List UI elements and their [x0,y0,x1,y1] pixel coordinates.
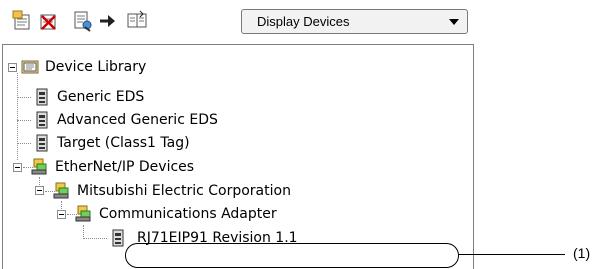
expand-toggle-device-library[interactable] [8,63,17,72]
tree-item-label: Generic EDS [57,89,145,105]
toolbar: Display Devices [0,0,475,44]
chevron-down-icon[interactable] [449,19,459,25]
tree-item-device-library[interactable]: Device Library [21,56,146,78]
network-devices-icon [31,158,47,175]
expand-toggle-comm-adapter[interactable] [57,210,66,219]
expand-toggle-vendor[interactable] [35,186,44,195]
eds-file-icon [112,229,124,247]
network-devices-icon [53,182,69,199]
tree-item-label: Target (Class1 Tag) [57,135,190,151]
tree-connector [83,225,84,239]
tree-item-comm-adapter[interactable]: Communications Adapter [75,203,277,225]
tree-connector [17,143,31,144]
device-library-tree[interactable]: Device Library Generic EDS Advanced Gene… [2,44,474,269]
tree-connector [17,73,18,160]
tree-connector [17,120,31,121]
tree-item-label: Device Library [45,59,147,75]
eds-file-icon [36,88,48,106]
network-devices-icon [75,205,91,222]
tree-connector [17,97,31,98]
callout-label: (1) [573,245,591,261]
tree-item-label: Mitsubishi Electric Corporation [77,183,291,199]
delete-eds-icon[interactable] [38,10,60,32]
eds-file-icon [36,134,48,152]
tree-item-label: Advanced Generic EDS [57,112,218,128]
expand-toggle-ethernet-ip-devices[interactable] [13,163,22,172]
eds-file-icon [36,111,48,129]
tree-item-ethernet-ip-devices[interactable]: EtherNet/IP Devices [31,156,194,178]
export-eds-icon[interactable] [72,10,94,32]
forward-arrow-icon[interactable] [97,10,119,32]
tree-item-generic-eds[interactable]: Generic EDS [33,86,144,108]
add-eds-icon[interactable] [12,10,34,32]
callout-leader-line [458,254,565,255]
display-settings-icon[interactable] [126,10,148,32]
tree-item-label: EtherNet/IP Devices [55,159,195,175]
tree-item-vendor[interactable]: Mitsubishi Electric Corporation [53,180,291,202]
tree-item-label: Communications Adapter [99,206,277,222]
callout-outline [125,243,459,268]
tree-connector [83,238,107,239]
tree-item-target-class1[interactable]: Target (Class1 Tag) [33,132,190,154]
tree-item-advanced-generic-eds[interactable]: Advanced Generic EDS [33,109,218,131]
library-folder-icon [21,60,39,74]
display-select-value: Display Devices [257,14,350,29]
display-devices-select[interactable]: Display Devices [241,9,468,34]
